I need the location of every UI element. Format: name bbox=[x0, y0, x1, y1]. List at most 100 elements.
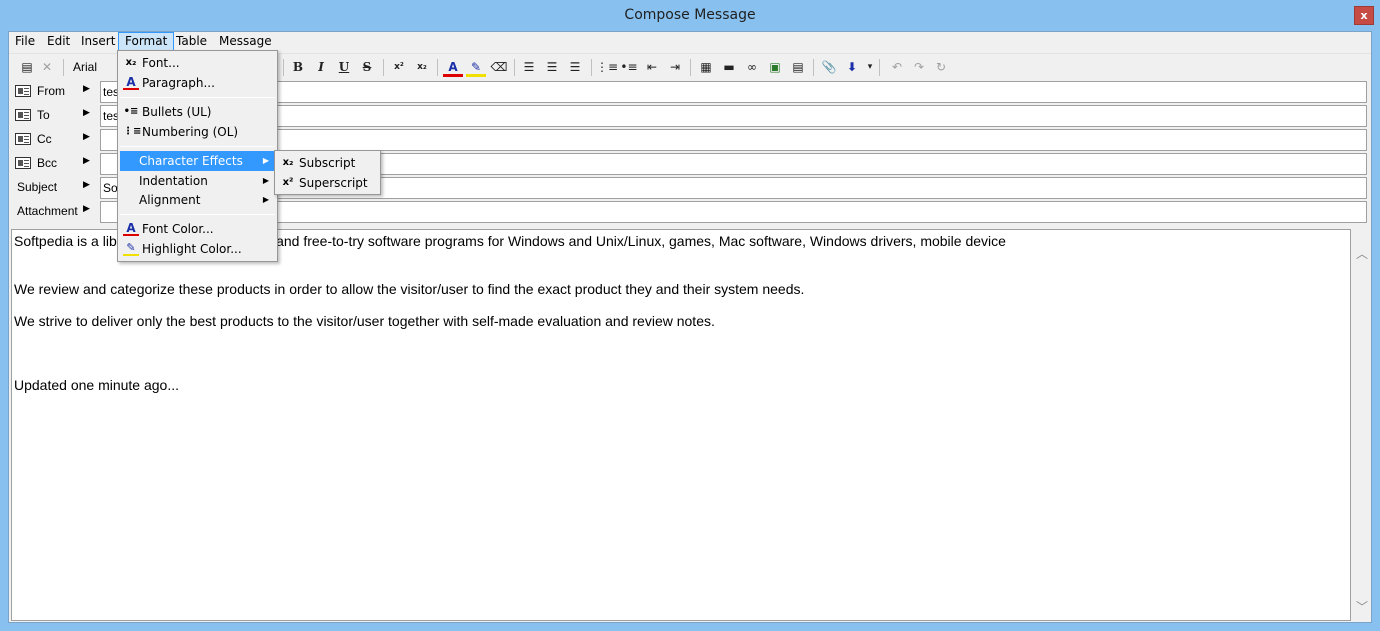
redo-icon[interactable]: ↷ bbox=[909, 57, 929, 77]
menu-separator bbox=[120, 214, 275, 215]
menu-item-superscript[interactable]: x² Superscript bbox=[277, 173, 378, 193]
chevron-down-icon[interactable]: ▾ bbox=[860, 57, 880, 77]
address-book-icon[interactable] bbox=[15, 109, 31, 121]
menu-item-numbering[interactable]: ⋮≡ Numbering (OL) bbox=[120, 122, 275, 142]
menu-item-font[interactable]: x₂ Font... bbox=[120, 53, 275, 73]
attachment-field[interactable] bbox=[100, 201, 1367, 223]
chevron-right-icon[interactable]: ▶ bbox=[83, 179, 90, 190]
address-book-icon[interactable] bbox=[15, 85, 31, 97]
message-body-editor[interactable]: Softpedia is a libr e and free-to-try sof… bbox=[11, 229, 1351, 621]
priority-icon[interactable]: ⬇ bbox=[842, 57, 862, 77]
body-line-1-start: Softpedia is a libr bbox=[14, 233, 122, 249]
superscript-icon: x² bbox=[282, 177, 294, 188]
from-field[interactable]: tes bbox=[100, 81, 1367, 103]
compose-window: Compose Message x File Edit Insert Forma… bbox=[0, 0, 1380, 631]
toolbar-separator bbox=[437, 59, 438, 76]
strikethrough-button[interactable]: S bbox=[357, 57, 377, 77]
menu-item-superscript-label: Superscript bbox=[299, 176, 368, 190]
underline-button[interactable]: U bbox=[334, 57, 354, 77]
vertical-scrollbar[interactable]: ︿ ﹀ bbox=[1352, 229, 1370, 621]
cc-field[interactable] bbox=[100, 129, 1367, 151]
chevron-right-icon[interactable]: ▶ bbox=[83, 107, 90, 118]
menu-item-bullets[interactable]: •≡ Bullets (UL) bbox=[120, 102, 275, 122]
menu-table[interactable]: Table bbox=[170, 32, 213, 52]
horizontal-line-icon[interactable]: ▬ bbox=[719, 57, 739, 77]
menu-item-paragraph[interactable]: A Paragraph... bbox=[120, 73, 275, 93]
superscript-button[interactable]: x² bbox=[389, 57, 409, 77]
menu-item-character-effects[interactable]: Character Effects ▶ bbox=[120, 151, 275, 171]
align-center-icon[interactable]: ☰ bbox=[542, 57, 562, 77]
bulleted-list-icon[interactable]: •≡ bbox=[619, 57, 639, 77]
body-line-2: We review and categorize these products … bbox=[14, 281, 805, 297]
discard-icon[interactable]: ✕ bbox=[37, 57, 57, 77]
subscript-icon: x₂ bbox=[282, 157, 294, 168]
font-name-box[interactable]: Arial bbox=[68, 57, 118, 77]
menu-item-alignment[interactable]: Alignment ▶ bbox=[120, 190, 275, 210]
address-book-icon[interactable] bbox=[15, 157, 31, 169]
hyperlink-icon[interactable]: ∞ bbox=[742, 57, 762, 77]
chevron-up-icon[interactable]: ︿ bbox=[1356, 245, 1368, 262]
menu-item-subscript[interactable]: x₂ Subscript bbox=[277, 153, 378, 173]
clear-format-icon[interactable]: ⌫ bbox=[489, 57, 509, 77]
menu-item-highlight-color[interactable]: ✎ Highlight Color... bbox=[120, 239, 275, 259]
bold-button[interactable]: B bbox=[288, 57, 308, 77]
title-bar[interactable]: Compose Message x bbox=[0, 0, 1380, 31]
menu-message[interactable]: Message bbox=[213, 32, 278, 52]
chevron-down-icon[interactable]: ﹀ bbox=[1356, 598, 1368, 615]
numbered-list-icon[interactable]: ⋮≡ bbox=[596, 57, 618, 77]
font-icon: x₂ bbox=[125, 57, 137, 68]
menu-item-bullets-label: Bullets (UL) bbox=[142, 105, 212, 119]
menu-item-indentation-label: Indentation bbox=[139, 174, 208, 188]
chevron-right-icon[interactable]: ▶ bbox=[83, 155, 90, 166]
body-line-3: We strive to deliver only the best produ… bbox=[14, 313, 715, 329]
indent-icon[interactable]: ⇥ bbox=[665, 57, 685, 77]
send-icon[interactable]: ▤ bbox=[17, 57, 37, 77]
italic-button[interactable]: I bbox=[311, 57, 331, 77]
numbered-list-icon: ⋮≡ bbox=[123, 126, 142, 137]
subscript-button[interactable]: x₂ bbox=[412, 57, 432, 77]
to-field[interactable]: tes bbox=[100, 105, 1367, 127]
menu-item-highlight-color-label: Highlight Color... bbox=[142, 242, 242, 256]
menu-item-font-label: Font... bbox=[142, 56, 180, 70]
close-button[interactable]: x bbox=[1354, 6, 1374, 25]
address-book-icon[interactable] bbox=[15, 133, 31, 145]
menu-item-paragraph-label: Paragraph... bbox=[142, 76, 215, 90]
spellcheck-icon[interactable]: ↻ bbox=[931, 57, 951, 77]
format-menu: x₂ Font... A Paragraph... •≡ Bullets (UL… bbox=[117, 50, 278, 262]
body-line-1-end: e and free-to-try software programs for … bbox=[264, 233, 1006, 249]
menu-format[interactable]: Format bbox=[118, 32, 175, 52]
toolbar-separator bbox=[591, 59, 592, 76]
menu-insert[interactable]: Insert bbox=[75, 32, 121, 52]
undo-icon[interactable]: ↶ bbox=[887, 57, 907, 77]
toolbar-separator bbox=[514, 59, 515, 76]
menu-item-indentation[interactable]: Indentation ▶ bbox=[120, 171, 275, 191]
from-label: From bbox=[37, 84, 65, 98]
toolbar-separator bbox=[283, 59, 284, 76]
align-right-icon[interactable]: ☰ bbox=[565, 57, 585, 77]
chevron-right-icon[interactable]: ▶ bbox=[83, 83, 90, 94]
toolbar-separator bbox=[879, 59, 880, 76]
outdent-icon[interactable]: ⇤ bbox=[642, 57, 662, 77]
insert-table-icon[interactable]: ▦ bbox=[696, 57, 716, 77]
window-title: Compose Message bbox=[624, 7, 756, 23]
insert-image-icon[interactable]: ▣ bbox=[765, 57, 785, 77]
menu-edit[interactable]: Edit bbox=[41, 32, 76, 52]
submenu-arrow-icon: ▶ bbox=[262, 195, 269, 204]
menu-file[interactable]: File bbox=[9, 32, 41, 52]
menu-item-character-effects-label: Character Effects bbox=[139, 154, 243, 168]
toolbar-separator bbox=[63, 59, 64, 76]
highlight-color-icon: ✎ bbox=[123, 240, 139, 256]
menu-separator bbox=[120, 146, 275, 147]
chevron-right-icon[interactable]: ▶ bbox=[83, 131, 90, 142]
menu-item-font-color[interactable]: A Font Color... bbox=[120, 219, 275, 239]
chevron-right-icon[interactable]: ▶ bbox=[83, 203, 90, 214]
highlight-color-icon[interactable]: ✎ bbox=[466, 57, 486, 77]
font-color-icon[interactable]: A bbox=[443, 57, 463, 77]
menu-item-numbering-label: Numbering (OL) bbox=[142, 125, 239, 139]
to-label: To bbox=[37, 108, 50, 122]
bcc-label: Bcc bbox=[37, 156, 58, 170]
align-left-icon[interactable]: ☰ bbox=[519, 57, 539, 77]
attach-icon[interactable]: 📎 bbox=[819, 57, 839, 77]
menu-item-subscript-label: Subscript bbox=[299, 156, 356, 170]
grid-icon[interactable]: ▤ bbox=[788, 57, 808, 77]
